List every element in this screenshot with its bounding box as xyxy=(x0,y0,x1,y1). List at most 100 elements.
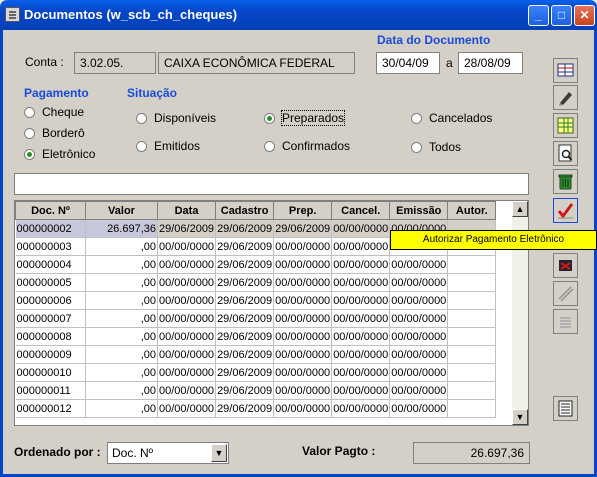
table-cell: 00/00/0000 xyxy=(157,291,217,310)
authorize-check-icon[interactable] xyxy=(553,198,578,223)
column-header[interactable]: Prep. xyxy=(273,201,333,220)
date-from-field[interactable]: 30/04/09 xyxy=(376,52,440,74)
column-header[interactable]: Emissão xyxy=(389,201,449,220)
table-cell: 29/06/2009 xyxy=(157,219,217,238)
radio-preparados[interactable]: Preparados xyxy=(264,110,346,126)
ordenado-value: Doc. Nº xyxy=(112,446,154,460)
table-cell: ,00 xyxy=(85,237,158,256)
chevron-down-icon[interactable]: ▼ xyxy=(211,444,227,462)
scroll-down-icon[interactable]: ▼ xyxy=(512,409,528,425)
spreadsheet-icon[interactable] xyxy=(553,113,578,138)
title-bar: Documentos (w_scb_ch_cheques) _ □ ✕ xyxy=(0,0,597,30)
table-cell: 00/00/0000 xyxy=(389,273,449,292)
table-row[interactable]: 000000012,00 00/00/0000 29/06/2009 00/00/00… xyxy=(15,399,497,418)
table-cell: 00/00/0000 xyxy=(331,273,391,292)
table-cell: 29/06/2009 xyxy=(215,345,275,364)
radio-label: Confirmados xyxy=(282,139,351,153)
conta-code-field[interactable]: 3.02.05. xyxy=(74,52,156,74)
column-header[interactable]: Autor. xyxy=(447,201,497,220)
table-row[interactable]: 000000006,00 00/00/0000 29/06/2009 00/00/00… xyxy=(15,291,497,310)
table-cell: 00/00/0000 xyxy=(157,399,217,418)
table-cell: 00/00/0000 xyxy=(273,381,333,400)
date-to-field[interactable]: 28/08/09 xyxy=(458,52,523,74)
table-row[interactable]: 000000010,00 00/00/0000 29/06/2009 00/00/00… xyxy=(15,363,497,382)
radio-circle xyxy=(136,112,147,124)
table-row[interactable]: 000000009,00 00/00/0000 29/06/2009 00/00/00… xyxy=(15,345,497,364)
radio-eletronico[interactable]: Eletrônico xyxy=(24,147,95,161)
table-row[interactable]: 000000011,00 00/00/0000 29/06/2009 00/00/00… xyxy=(15,381,497,400)
ordenado-select[interactable]: Doc. Nº ▼ xyxy=(107,442,229,464)
radio-label: Emitidos xyxy=(154,139,201,153)
date-separator: a xyxy=(446,56,453,70)
radio-label: Cheque xyxy=(42,105,85,119)
table-cell xyxy=(447,345,497,364)
radio-confirmados[interactable]: Confirmados xyxy=(264,139,350,153)
table-cell: 00/00/0000 xyxy=(157,345,217,364)
print-preview-icon[interactable] xyxy=(553,141,578,166)
filter-input[interactable] xyxy=(14,173,529,195)
table-cell: 00/00/0000 xyxy=(331,327,391,346)
close-button[interactable]: ✕ xyxy=(574,5,595,26)
data-documento-label: Data do Documento xyxy=(377,33,491,47)
scroll-up-icon[interactable]: ▲ xyxy=(512,201,528,217)
table-cell: 00/00/0000 xyxy=(157,309,217,328)
table-cell xyxy=(447,381,497,400)
radio-bordero[interactable]: Borderô xyxy=(24,126,85,140)
table-cell: 00/00/0000 xyxy=(157,237,217,256)
table-cell: 29/06/2009 xyxy=(215,399,275,418)
trash-icon[interactable] xyxy=(553,169,578,194)
report-icon[interactable] xyxy=(553,396,578,421)
radio-cancelados[interactable]: Cancelados xyxy=(411,111,492,125)
table-cell: 00/00/0000 xyxy=(331,255,391,274)
table-row[interactable]: 000000008,00 00/00/0000 29/06/2009 00/00/00… xyxy=(15,327,497,346)
radio-circle-selected xyxy=(264,112,275,124)
column-header[interactable]: Data xyxy=(156,201,217,220)
table-cell: 29/06/2009 xyxy=(215,237,275,256)
table-header-row: Doc. Nº Valor Data Cadastro Prep. Cancel. Emis… xyxy=(15,201,497,220)
table-cell xyxy=(447,309,497,328)
table-cell: 000000006 xyxy=(15,291,86,310)
table-cell: 00/00/0000 xyxy=(157,255,217,274)
radio-cheque[interactable]: Cheque xyxy=(24,105,84,119)
table-cell: 00/00/0000 xyxy=(331,345,391,364)
confirm-check-icon[interactable] xyxy=(553,281,578,306)
valor-pagto-label: Valor Pagto : xyxy=(302,444,376,458)
radio-todos[interactable]: Todos xyxy=(411,140,461,154)
table-cell: 00/00/0000 xyxy=(331,291,391,310)
table-row[interactable]: 000000005,00 00/00/0000 29/06/2009 00/00/00… xyxy=(15,273,497,292)
table-cell: 00/00/0000 xyxy=(273,399,333,418)
radio-emitidos[interactable]: Emitidos xyxy=(136,139,200,153)
table-cell: 00/00/0000 xyxy=(331,219,391,238)
table-cell xyxy=(447,399,497,418)
maximize-button[interactable]: □ xyxy=(551,5,572,26)
list-icon[interactable] xyxy=(553,309,578,334)
radio-label: Preparados xyxy=(280,110,346,126)
radio-disponiveis[interactable]: Disponíveis xyxy=(136,111,216,125)
minimize-button[interactable]: _ xyxy=(528,5,549,26)
table-cell: 000000009 xyxy=(15,345,86,364)
table-cell: ,00 xyxy=(85,309,158,328)
radio-label: Todos xyxy=(429,140,462,154)
table-cell: 00/00/0000 xyxy=(331,381,391,400)
table-cell: 29/06/2009 xyxy=(215,291,275,310)
select-icon[interactable] xyxy=(553,58,578,83)
table-cell: 000000012 xyxy=(15,399,86,418)
table-cell: 00/00/0000 xyxy=(157,381,217,400)
column-header[interactable]: Cadastro xyxy=(215,201,275,220)
column-header[interactable]: Valor xyxy=(85,201,158,220)
conta-name-field[interactable]: CAIXA ECONÔMICA FEDERAL xyxy=(158,52,355,74)
table-cell: 00/00/0000 xyxy=(331,309,391,328)
table-cell xyxy=(447,327,497,346)
cut-check-icon[interactable] xyxy=(553,253,578,278)
table-cell: 00/00/0000 xyxy=(273,327,333,346)
column-header[interactable]: Cancel. xyxy=(331,201,391,220)
radio-circle xyxy=(264,140,275,152)
radio-circle-selected xyxy=(24,148,35,160)
column-header[interactable]: Doc. Nº xyxy=(15,201,86,220)
edit-pen-icon[interactable] xyxy=(553,85,578,110)
table-row[interactable]: 000000007,00 00/00/0000 29/06/2009 00/00/00… xyxy=(15,309,497,328)
table-cell: 000000011 xyxy=(15,381,86,400)
table-cell: 00/00/0000 xyxy=(389,327,449,346)
table-cell: 00/00/0000 xyxy=(157,327,217,346)
table-row[interactable]: 000000004,00 00/00/0000 29/06/2009 00/00/00… xyxy=(15,255,497,274)
